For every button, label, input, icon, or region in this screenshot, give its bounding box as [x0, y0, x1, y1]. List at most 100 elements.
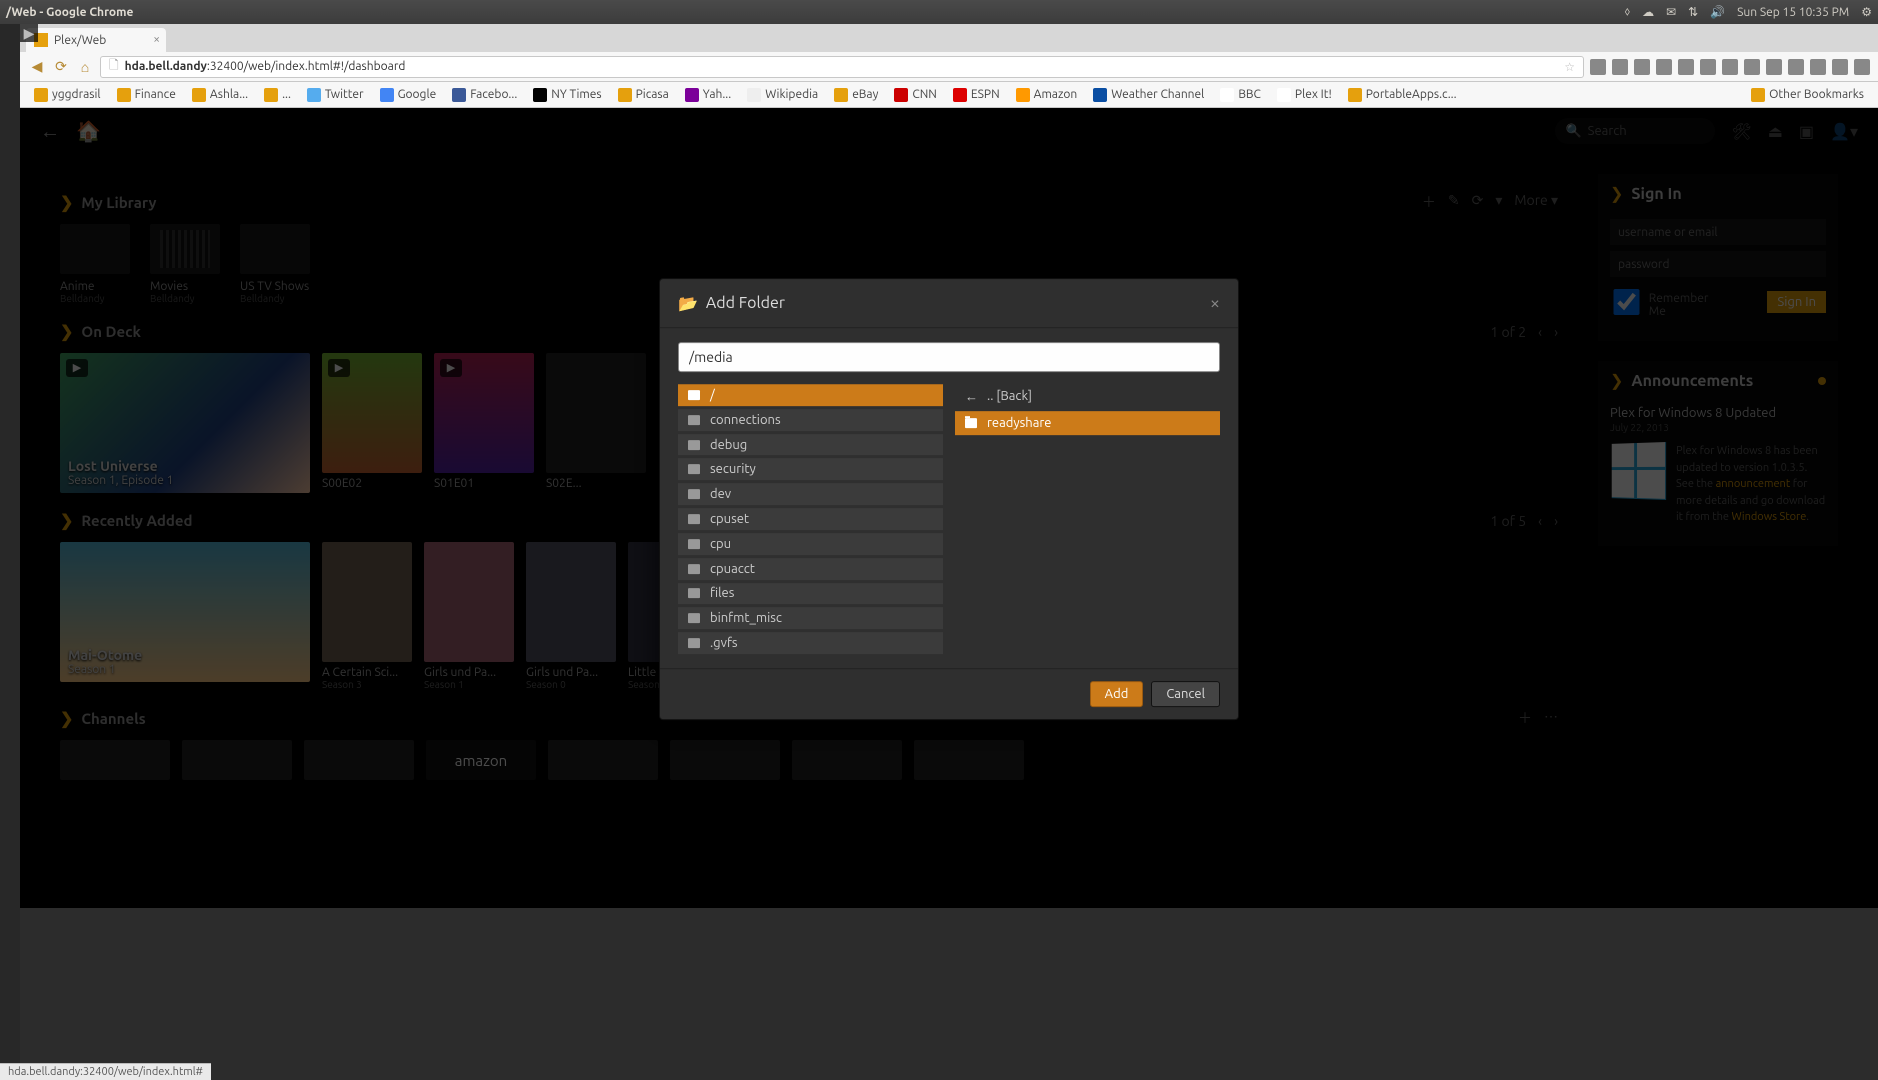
close-tab-icon[interactable]: × [153, 33, 160, 46]
bookmark-item[interactable]: ESPN [947, 86, 1006, 104]
folder-icon [117, 88, 131, 102]
bookmark-item[interactable]: Wikipedia [741, 86, 824, 104]
ext-icon[interactable] [1832, 59, 1848, 75]
folder-item[interactable]: connections [678, 409, 943, 431]
folder-list-right: ←.. [Back] readyshare [955, 384, 1220, 654]
bookmark-item[interactable]: ... [258, 86, 297, 104]
folder-open-icon: 📂 [678, 294, 698, 313]
browser-tab[interactable]: Plex/Web × [26, 28, 166, 52]
ext-icon[interactable] [1810, 59, 1826, 75]
twitter-icon [307, 88, 321, 102]
folder-item[interactable]: files [678, 583, 943, 605]
extension-icons [1590, 59, 1870, 75]
bookmark-item[interactable]: Twitter [301, 86, 370, 104]
add-folder-modal: 📂 Add Folder × / connections debug secur… [659, 278, 1239, 720]
folder-item[interactable]: dev [678, 483, 943, 505]
bookmark-item[interactable]: Finance [111, 86, 182, 104]
drive-icon [688, 638, 700, 648]
drive-icon [688, 613, 700, 623]
drive-icon [688, 440, 700, 450]
cloud-icon[interactable]: ☁ [1642, 5, 1654, 19]
cnn-icon [894, 88, 908, 102]
bookmark-item[interactable]: NY Times [527, 86, 607, 104]
bookmark-item[interactable]: BBC [1214, 86, 1267, 104]
clock[interactable]: Sun Sep 15 10:35 PM [1737, 6, 1849, 19]
espn-icon [953, 88, 967, 102]
forward-button[interactable]: ▶ [20, 24, 38, 42]
folder-item[interactable]: / [678, 384, 943, 406]
ext-icon[interactable] [1722, 59, 1738, 75]
drive-icon [688, 489, 700, 499]
ext-icon[interactable] [1788, 59, 1804, 75]
folder-item[interactable]: security [678, 459, 943, 481]
bookmark-item[interactable]: Plex It! [1271, 86, 1338, 104]
bookmark-item[interactable]: Google [374, 86, 443, 104]
tab-title: Plex/Web [54, 34, 106, 47]
star-icon[interactable]: ☆ [1564, 60, 1575, 74]
path-input[interactable] [678, 342, 1220, 372]
address-bar[interactable]: 🗋 hda.bell.dandy:32400/web/index.html#!/… [100, 56, 1584, 78]
other-bookmarks[interactable]: Other Bookmarks [1745, 86, 1870, 104]
drive-icon [688, 390, 700, 400]
bookmark-item[interactable]: Facebo... [446, 86, 523, 104]
drive-icon [688, 415, 700, 425]
folder-icon [34, 88, 48, 102]
ext-icon[interactable] [1700, 59, 1716, 75]
volume-icon[interactable]: 🔊 [1710, 5, 1725, 19]
folder-list-left: / connections debug security dev cpuset … [678, 384, 943, 654]
bookmark-item[interactable]: CNN [888, 86, 943, 104]
folder-item[interactable]: cpuacct [678, 558, 943, 580]
reload-button[interactable]: ⟳ [52, 58, 70, 76]
back-button[interactable]: ◀ [28, 58, 46, 76]
add-button[interactable]: Add [1090, 681, 1144, 707]
bookmark-item[interactable]: Weather Channel [1087, 86, 1210, 104]
facebook-icon [452, 88, 466, 102]
folder-item[interactable]: cpuset [678, 508, 943, 530]
ext-icon[interactable] [1612, 59, 1628, 75]
browser-status-bar: hda.bell.dandy:32400/web/index.html# [0, 1063, 211, 1080]
bookmark-item[interactable]: eBay [828, 86, 884, 104]
bookmark-item[interactable]: Picasa [612, 86, 675, 104]
folder-item[interactable]: cpu [678, 533, 943, 555]
picasa-icon [618, 88, 632, 102]
home-button[interactable]: ⌂ [76, 58, 94, 76]
bookmarks-bar: yggdrasil Finance Ashla... ... Twitter G… [20, 82, 1878, 108]
ext-icon[interactable] [1766, 59, 1782, 75]
power-icon[interactable]: ⚙ [1861, 5, 1872, 19]
bookmark-item[interactable]: yggdrasil [28, 86, 107, 104]
folder-icon [264, 88, 278, 102]
nyt-icon [533, 88, 547, 102]
folder-item[interactable]: binfmt_misc [678, 607, 943, 629]
network-icon[interactable]: ⇅ [1688, 5, 1698, 19]
bookmark-item[interactable]: Amazon [1010, 86, 1084, 104]
drive-icon [688, 564, 700, 574]
folder-icon [192, 88, 206, 102]
drive-icon [688, 465, 700, 475]
folder-item[interactable]: debug [678, 434, 943, 456]
ext-icon[interactable] [1634, 59, 1650, 75]
plex-icon [1277, 88, 1291, 102]
back-arrow-icon: ← [965, 389, 977, 404]
close-icon[interactable]: × [1210, 293, 1220, 313]
ext-icon[interactable] [1678, 59, 1694, 75]
folder-icon [965, 418, 977, 428]
folder-item[interactable]: readyshare [955, 411, 1220, 435]
ext-icon[interactable] [1744, 59, 1760, 75]
bookmark-item[interactable]: Yah... [679, 86, 737, 104]
ext-icon[interactable] [1590, 59, 1606, 75]
os-menubar: /Web - Google Chrome ⬨ ☁ ✉ ⇅ 🔊 Sun Sep 1… [0, 0, 1878, 24]
amazon-icon [1016, 88, 1030, 102]
ext-icon[interactable] [1656, 59, 1672, 75]
folder-back[interactable]: ←.. [Back] [955, 384, 1220, 408]
bookmark-item[interactable]: PortableApps.c... [1342, 86, 1463, 104]
window-title: /Web - Google Chrome [6, 6, 133, 19]
chrome-menu-icon[interactable] [1854, 59, 1870, 75]
dropbox-icon[interactable]: ⬨ [1625, 5, 1630, 19]
bbc-icon [1220, 88, 1234, 102]
page-icon: 🗋 [109, 56, 119, 77]
cancel-button[interactable]: Cancel [1151, 681, 1220, 707]
bookmark-item[interactable]: Ashla... [186, 86, 254, 104]
folder-item[interactable]: .gvfs [678, 632, 943, 654]
unity-launcher[interactable] [0, 24, 20, 1080]
mail-icon[interactable]: ✉ [1666, 5, 1676, 19]
